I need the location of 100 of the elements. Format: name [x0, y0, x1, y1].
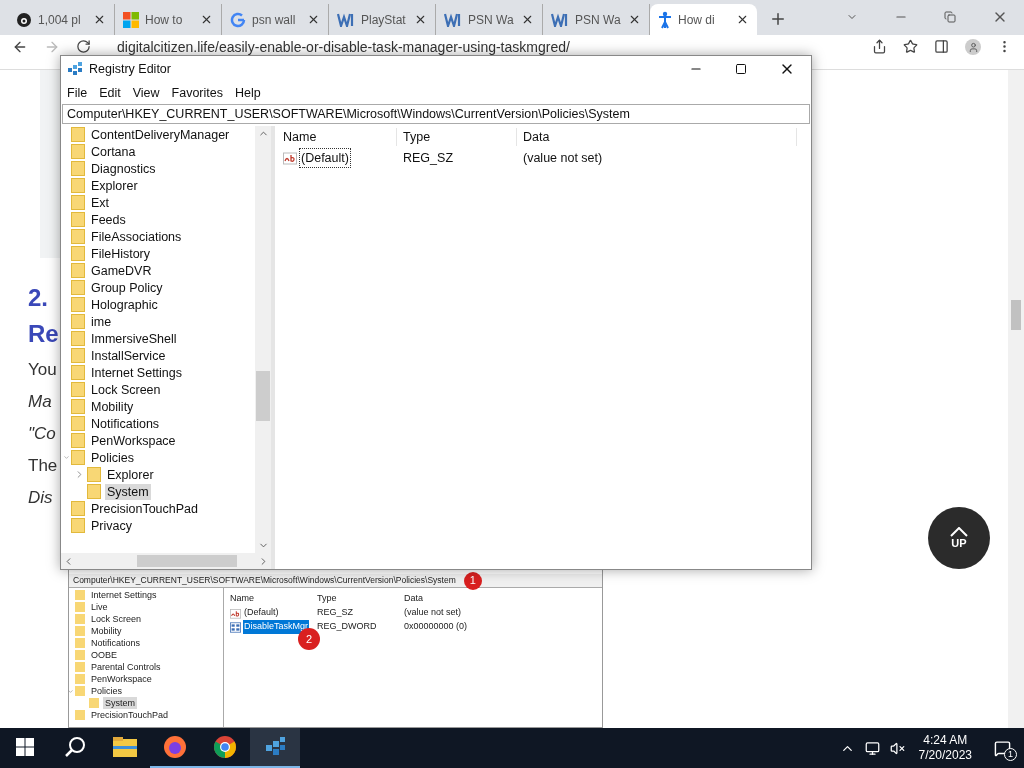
back-icon[interactable] [12, 39, 28, 55]
folder-icon [71, 161, 85, 176]
tree-item[interactable]: System [103, 697, 137, 709]
tree-item[interactable]: ime [89, 313, 114, 330]
tree-item[interactable]: InstallService [89, 347, 168, 364]
tree-item[interactable]: Privacy [89, 517, 134, 534]
tree-item[interactable]: ImmersiveShell [89, 330, 179, 347]
tree-item[interactable]: Mobility [89, 625, 124, 637]
folder-icon [113, 737, 137, 757]
menu-item[interactable]: View [132, 83, 160, 103]
tab-title: How di [678, 11, 716, 29]
column-header[interactable]: Data [517, 127, 797, 147]
path-label: Computer\HKEY_CURRENT_USER\SOFTWARE\Microsoft\Windows\CurrentVersion\Policies\System [73, 574, 456, 587]
scrollbar-thumb[interactable] [1011, 300, 1021, 330]
windows-start-icon [16, 738, 34, 756]
profile-icon[interactable] [965, 39, 981, 55]
binary-value-icon [230, 621, 241, 633]
chevron-up-icon [950, 527, 968, 537]
tree-item[interactable]: Cortana [89, 143, 138, 160]
tree-item[interactable]: PrecisionTouchPad [89, 500, 200, 517]
tree-item[interactable]: PenWorkspace [89, 432, 178, 449]
tree-item[interactable]: Holographic [89, 296, 160, 313]
tree-item[interactable]: Group Policy [89, 279, 165, 296]
tree-item[interactable]: Mobility [89, 398, 136, 415]
close-icon[interactable] [414, 13, 427, 26]
eye-icon [16, 11, 32, 28]
tree-item[interactable]: Ext [89, 194, 112, 211]
close-icon[interactable] [93, 13, 106, 26]
column-header[interactable]: Type [397, 127, 517, 147]
browser-tab[interactable]: How di [650, 4, 757, 35]
close-icon[interactable] [307, 13, 320, 26]
tree-item[interactable]: PenWorkspace [89, 673, 154, 685]
tree-item[interactable]: Lock Screen [89, 613, 144, 625]
address-field[interactable]: Computer\HKEY_CURRENT_USER\SOFTWARE\Microsoft\Windows\CurrentVersion\Policies\System [62, 104, 810, 124]
tree-item[interactable]: GameDVR [89, 262, 154, 279]
close-icon[interactable] [521, 13, 534, 26]
menu-item[interactable]: File [67, 83, 88, 103]
network-icon[interactable] [864, 740, 880, 756]
tree-item[interactable]: Policies [89, 449, 137, 466]
close-icon[interactable] [628, 13, 641, 26]
tree-item[interactable]: FileAssociations [89, 228, 184, 245]
scrollbar-thumb[interactable] [137, 555, 237, 567]
menu-item[interactable]: Edit [99, 83, 121, 103]
folder-icon [71, 297, 85, 312]
column-header: Data [404, 592, 424, 605]
tab-title: How to [145, 11, 184, 29]
tree-item[interactable]: Internet Settings [89, 364, 185, 381]
tree-item[interactable]: FileHistory [89, 245, 153, 262]
column-header[interactable]: Name [277, 127, 397, 147]
value-type: REG_DWORD [317, 620, 378, 634]
tree-item[interactable]: OOBE [89, 649, 119, 661]
scroll-up-button[interactable]: UP [928, 507, 990, 569]
sidebar-icon[interactable] [934, 39, 949, 54]
number-badge: 1 [463, 571, 482, 590]
tree-item[interactable]: Explorer [105, 466, 156, 483]
person-icon [658, 10, 672, 29]
share-icon[interactable] [872, 39, 887, 54]
reload-icon[interactable] [76, 39, 91, 54]
tree-item[interactable]: Explorer [89, 177, 140, 194]
clock[interactable]: 4:24 AM 7/20/2023 [918, 733, 972, 763]
value-data: (value not set) [522, 149, 603, 167]
chrome-icon [213, 735, 237, 759]
tree-item[interactable]: Internet Settings [89, 589, 159, 601]
menu-item[interactable]: Help [235, 83, 261, 103]
restore-icon[interactable] [944, 11, 956, 23]
folder-icon [71, 195, 85, 210]
tree-item[interactable]: System [105, 483, 151, 500]
string-value-icon [230, 607, 241, 619]
scrollbar-thumb[interactable] [256, 371, 270, 421]
tree-item[interactable]: Lock Screen [89, 381, 163, 398]
tree-item[interactable]: Parental Controls [89, 661, 163, 673]
value-type: REG_SZ [402, 149, 454, 167]
folder-icon [71, 348, 85, 363]
value-type: REG_SZ [317, 606, 354, 620]
close-icon[interactable] [200, 13, 213, 26]
tree-item[interactable]: Notifications [89, 415, 162, 432]
new-tab-icon[interactable] [769, 10, 787, 28]
tree-item[interactable]: Live [89, 601, 110, 613]
tree-item[interactable]: Policies [89, 685, 124, 697]
value-name[interactable]: (Default) [299, 147, 351, 169]
folder-icon [71, 433, 85, 448]
volume-muted-icon[interactable] [889, 740, 905, 756]
string-value-icon [283, 151, 297, 165]
folder-icon [71, 263, 85, 278]
maximize-icon[interactable] [735, 63, 747, 75]
star-icon[interactable] [903, 39, 918, 54]
tree-item[interactable]: PrecisionTouchPad [89, 709, 171, 721]
tree-item[interactable]: Diagnostics [89, 160, 158, 177]
tree-item[interactable]: Notifications [89, 637, 143, 649]
value-name[interactable]: (Default) [243, 606, 280, 620]
url-text[interactable]: digitalcitizen.life/easily-enable-or-disable-task-manager-using-taskmgred/ [117, 39, 570, 55]
menu-item[interactable]: Favorites [171, 83, 223, 103]
tree-item[interactable]: Feeds [89, 211, 128, 228]
windows-icon [123, 11, 139, 28]
window-title: Registry Editor [89, 60, 171, 78]
w-logo-icon [337, 12, 355, 27]
taskbar-button[interactable] [250, 728, 300, 768]
close-icon[interactable] [736, 13, 749, 26]
tree-item[interactable]: ContentDeliveryManager [89, 126, 232, 143]
folder-icon [71, 518, 85, 533]
